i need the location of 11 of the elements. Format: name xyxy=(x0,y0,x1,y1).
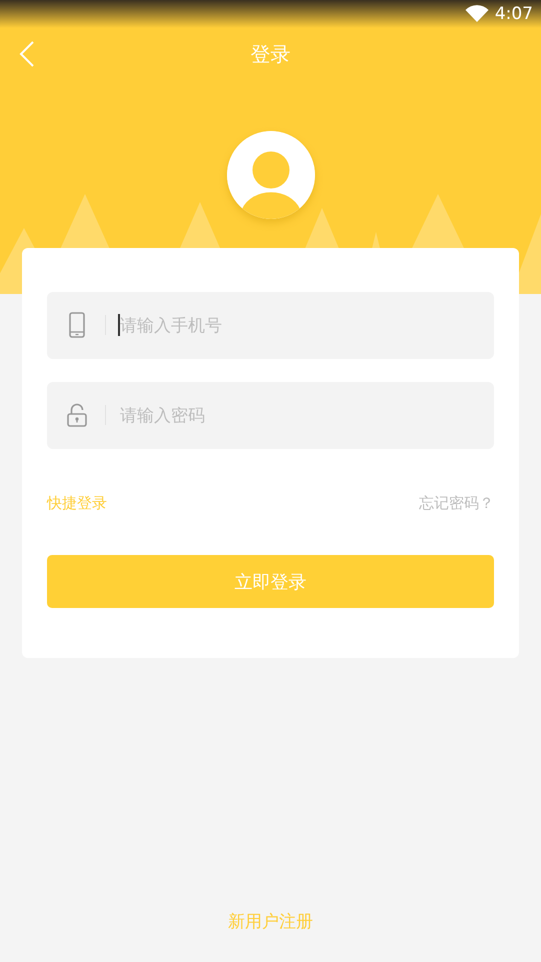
login-button[interactable]: 立即登录 xyxy=(47,555,494,608)
padlock-icon xyxy=(67,402,87,428)
avatar-icon xyxy=(226,131,314,219)
register-link[interactable]: 新用户注册 xyxy=(228,910,313,933)
page-title: 登录 xyxy=(250,40,290,68)
phone-icon xyxy=(67,312,87,338)
wifi-icon xyxy=(464,5,489,23)
back-button[interactable] xyxy=(18,40,36,68)
quick-login-link[interactable]: 快捷登录 xyxy=(47,494,107,513)
forgot-password-link[interactable]: 忘记密码？ xyxy=(419,494,494,513)
status-time: 4:07 xyxy=(494,4,533,24)
